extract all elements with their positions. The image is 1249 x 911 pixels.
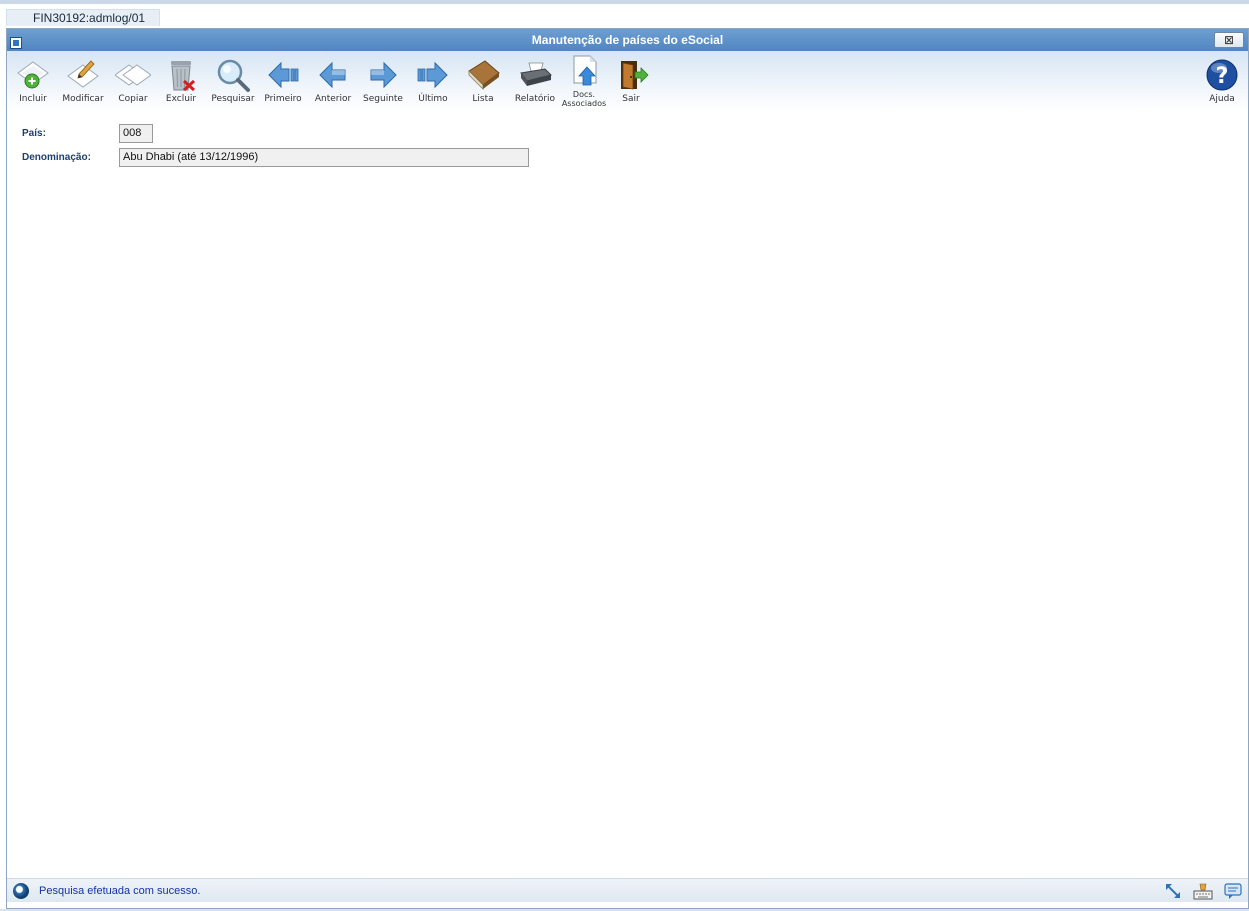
exit-door-icon — [621, 61, 649, 90]
svg-text:?: ? — [1216, 64, 1229, 89]
denominacao-label: Denominação: — [22, 152, 91, 163]
magnifier-icon — [217, 59, 250, 92]
status-globe-icon — [13, 883, 29, 899]
status-message: Pesquisa efetuada com sucesso. — [39, 885, 201, 897]
document-upload-icon — [573, 55, 597, 86]
main-window: Manutenção de países do eSocial ⊠ Inclui… — [6, 28, 1249, 909]
tab-bar: FIN30192:admlog/01 — [0, 4, 1249, 26]
toolbar: Incluir Modificar Copiar Excluir Pesquis… — [7, 51, 1248, 111]
arrow-left-icon — [319, 61, 346, 89]
printer-icon — [520, 62, 552, 86]
pais-label: País: — [22, 128, 46, 139]
arrow-last-icon — [417, 61, 448, 89]
arrow-right-icon — [370, 61, 397, 89]
arrow-first-icon — [268, 61, 299, 89]
tab-program[interactable]: FIN30192:admlog/01 — [6, 9, 160, 26]
ajuda-button[interactable]: ? Ajuda — [1196, 53, 1248, 109]
sair-button[interactable]: Sair — [605, 53, 657, 109]
close-button[interactable]: ⊠ — [1214, 32, 1244, 48]
chat-icon[interactable] — [1223, 882, 1243, 900]
copy-diamonds-icon — [115, 64, 151, 86]
help-question-icon: ? — [1206, 59, 1238, 91]
ajuda-label: Ajuda — [1209, 94, 1235, 104]
keyboard-icon[interactable] — [1193, 882, 1213, 900]
denominacao-field[interactable]: Abu Dhabi (até 13/12/1996) — [119, 148, 529, 167]
sair-label: Sair — [622, 94, 640, 104]
status-bar: Pesquisa efetuada com sucesso. — [7, 878, 1248, 902]
pais-field[interactable]: 008 — [119, 124, 153, 143]
trash-delete-icon — [171, 61, 196, 92]
excluir-button[interactable]: Excluir — [155, 53, 207, 109]
resize-arrow-icon[interactable] — [1163, 882, 1183, 900]
edit-pencil-icon — [67, 60, 99, 88]
lista-button[interactable]: Lista — [457, 53, 509, 109]
add-diamond-icon — [17, 61, 49, 89]
book-icon — [468, 60, 500, 90]
window-titlebar: Manutenção de países do eSocial ⊠ — [7, 29, 1248, 51]
window-title: Manutenção de países do eSocial — [531, 33, 724, 47]
